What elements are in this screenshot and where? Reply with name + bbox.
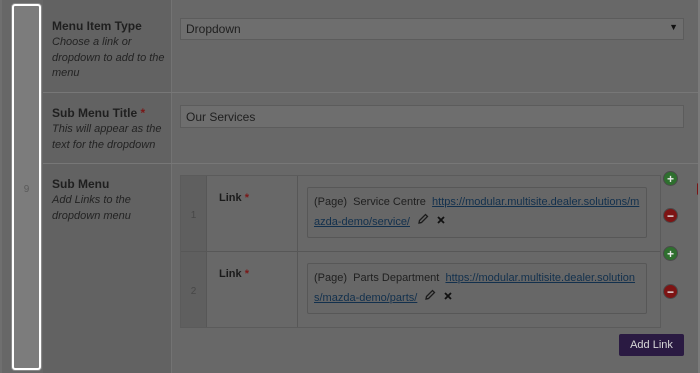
menu-item-type-select[interactable]: Dropdown ▼ <box>180 18 684 40</box>
link-picker: (Page) Service Centre https://modular.mu… <box>307 187 647 238</box>
required-mark: * <box>244 192 249 204</box>
sub-menu-title-label: Sub Menu Title * <box>52 106 145 120</box>
row-index: 2 <box>190 286 197 297</box>
minus-circle-icon[interactable]: − <box>663 284 678 299</box>
sub-menu-title-input[interactable]: Our Services <box>180 105 684 128</box>
sub-menu-title-description: This will appear as the text for the dro… <box>52 123 162 151</box>
required-mark: * <box>140 106 146 120</box>
repeater-row: 1 Link * (Page) Service Centre https://m… <box>181 176 660 251</box>
repeater-row-number[interactable]: 2 <box>181 252 207 327</box>
add-link-button[interactable]: Add Link <box>619 334 684 356</box>
plus-circle-icon[interactable]: + <box>663 246 678 261</box>
menu-item-type-description: Choose a link or dropdown to add to the … <box>52 36 165 79</box>
link-type: (Page) <box>314 196 348 208</box>
link-field-cell: (Page) Service Centre https://modular.mu… <box>299 176 660 251</box>
pencil-icon[interactable] <box>424 288 436 308</box>
row-number: 9 <box>23 184 30 195</box>
required-mark: * <box>244 268 249 280</box>
menu-item-type-value: Dropdown <box>186 22 241 36</box>
left-border <box>0 0 2 373</box>
row-drag-handle[interactable]: 9 <box>12 4 41 370</box>
link-label-text: Link <box>219 192 242 204</box>
row-divider <box>43 163 698 164</box>
link-label: Link * <box>219 268 249 280</box>
link-label-text: Link <box>219 268 242 280</box>
row-divider <box>43 92 698 93</box>
row-index: 1 <box>190 210 197 221</box>
link-label-cell: Link * <box>208 252 298 327</box>
column-divider <box>171 0 172 373</box>
close-icon[interactable] <box>443 288 453 308</box>
link-label: Link * <box>219 192 249 204</box>
sub-menu-title-label-text: Sub Menu Title <box>52 106 138 120</box>
link-title: Service Centre <box>353 196 426 208</box>
repeater-row: 2 Link * (Page) Parts Department https:/… <box>181 252 660 327</box>
acf-repeater-row: 9 Menu Item Type Choose a link or dropdo… <box>0 0 700 373</box>
repeater-row-number[interactable]: 1 <box>181 176 207 251</box>
plus-circle-icon[interactable]: + <box>663 171 678 186</box>
minus-circle-icon[interactable]: − <box>663 208 678 223</box>
link-title: Parts Department <box>353 272 440 284</box>
sub-menu-repeater-table: 1 Link * (Page) Service Centre https://m… <box>180 175 661 328</box>
chevron-down-icon: ▼ <box>669 22 678 32</box>
close-icon[interactable] <box>436 212 446 232</box>
sub-menu-label: Sub Menu <box>52 177 110 191</box>
link-type: (Page) <box>314 272 348 284</box>
link-label-cell: Link * <box>208 176 298 251</box>
menu-item-type-label: Menu Item Type <box>52 19 142 33</box>
sub-menu-description: Add Links to the dropdown menu <box>52 194 131 222</box>
link-field-cell: (Page) Parts Department https://modular.… <box>299 252 660 327</box>
link-picker: (Page) Parts Department https://modular.… <box>307 263 647 314</box>
pencil-icon[interactable] <box>417 212 429 232</box>
